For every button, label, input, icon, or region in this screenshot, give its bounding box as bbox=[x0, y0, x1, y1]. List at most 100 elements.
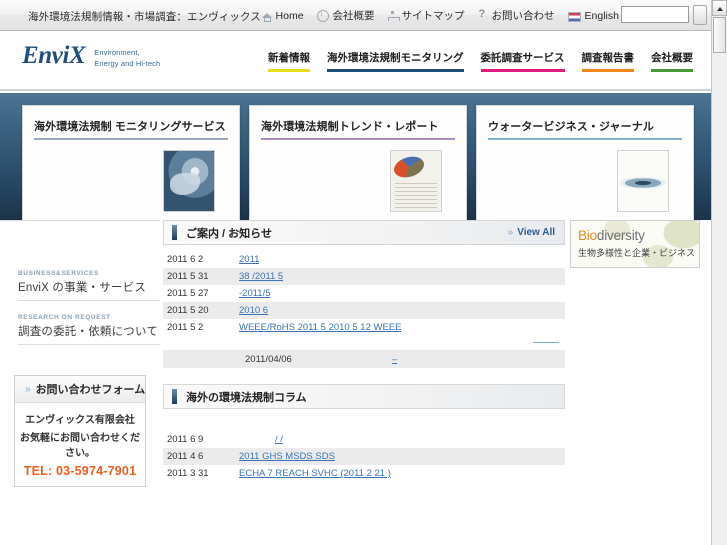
column-section-header: 海外の環境法規制コラム bbox=[163, 384, 565, 409]
table-row[interactable]: 2011/04/06 – bbox=[163, 350, 565, 368]
utility-nav-item-contact[interactable]: お問い合わせ bbox=[478, 8, 555, 23]
contact-details: エンヴィックス有限会社 お気軽にお問い合わせください。 TEL: 03-5974… bbox=[15, 403, 145, 486]
news-title-link[interactable]: / / bbox=[275, 434, 283, 445]
nav-item-monitoring[interactable]: 海外環境法規制モニタリング bbox=[327, 50, 464, 76]
nav-underline bbox=[480, 69, 565, 72]
biodiversity-banner[interactable]: Biodiversity 生物多様性と企業・ビジネス bbox=[570, 220, 700, 268]
hero-card-list: 海外環境法規制 モニタリングサービス 海外環境法規制トレンド・レポート ウォータ… bbox=[22, 105, 694, 229]
hero-card-water-journal[interactable]: ウォータービジネス・ジャーナル bbox=[476, 105, 694, 229]
nav-label: 会社概要 bbox=[651, 52, 693, 64]
home-icon bbox=[261, 11, 272, 22]
news-date: 2011 5 2 bbox=[167, 322, 204, 333]
table-row[interactable]: 2011 5 2 WEEE/RoHS 2011 5 2010 5 12 WEEE bbox=[163, 319, 565, 336]
utility-nav-label: English bbox=[584, 9, 619, 22]
info-icon bbox=[316, 9, 329, 22]
table-row[interactable]: 2011 3 31 ECHA 7 REACH SVHC (2011 2 21 ) bbox=[163, 465, 565, 482]
contact-form-box: » お問い合わせフォーム エンヴィックス有限会社 お気軽にお問い合わせください。… bbox=[14, 375, 146, 487]
contact-form-button[interactable]: » お問い合わせフォーム bbox=[15, 376, 145, 403]
globe-icon bbox=[163, 150, 215, 212]
scroll-up-button[interactable] bbox=[712, 0, 727, 16]
main-nav: 新着情報 海外環境法規制モニタリング 委託調査サービス 調査報告書 会社概要 bbox=[268, 50, 693, 76]
news-date: 2011 5 31 bbox=[167, 271, 209, 282]
nav-underline bbox=[268, 69, 310, 72]
news-title-link[interactable]: 38 /2011 5 bbox=[239, 271, 283, 282]
page-content: BUSINESS&SERVICES EnviX の事業・サービス RESEARC… bbox=[0, 220, 711, 545]
vertical-scrollbar[interactable] bbox=[711, 0, 727, 545]
sidebar-item-label: EnviX の事業・サービス bbox=[18, 282, 147, 294]
utility-nav-item-sitemap[interactable]: サイトマップ bbox=[387, 8, 465, 23]
chevron-right-icon: » bbox=[25, 383, 31, 395]
view-all-link[interactable]: » View All bbox=[508, 227, 555, 238]
sidebar-item-label: 調査の委託・依頼について bbox=[18, 326, 159, 338]
sidebar-item-rule bbox=[18, 344, 160, 345]
news-date: 2011 5 27 bbox=[167, 288, 209, 299]
nav-underline bbox=[651, 69, 693, 72]
hero-card-title: ウォータービジネス・ジャーナル bbox=[488, 121, 654, 133]
news-tail-link[interactable] bbox=[163, 336, 565, 347]
contact-form-label: お問い合わせフォーム bbox=[35, 384, 146, 396]
search-button[interactable] bbox=[693, 5, 707, 25]
news-date: 2011/04/06 bbox=[245, 353, 292, 365]
utility-nav-item-home[interactable]: Home bbox=[261, 9, 304, 22]
utility-nav-label: お問い合わせ bbox=[491, 10, 555, 22]
nav-item-research-service[interactable]: 委託調査サービス bbox=[480, 50, 565, 76]
news-date: 2011 6 2 bbox=[167, 254, 204, 265]
news-date: 2011 3 31 bbox=[167, 468, 209, 479]
sidebar-divider bbox=[0, 220, 160, 221]
table-row[interactable]: 2011 6 9 / / bbox=[163, 431, 565, 448]
hero-card-rule bbox=[34, 138, 228, 140]
hero-card-rule bbox=[488, 138, 682, 140]
nav-label: 調査報告書 bbox=[581, 52, 635, 64]
hero-card-monitoring[interactable]: 海外環境法規制 モニタリングサービス bbox=[22, 105, 240, 229]
sidebar-item-eyebrow: BUSINESS&SERVICES bbox=[18, 270, 99, 277]
nav-label: 新着情報 bbox=[268, 52, 310, 64]
nav-label: 海外環境法規制モニタリング bbox=[327, 52, 464, 64]
news-title-link[interactable]: WEEE/RoHS 2011 5 2010 5 12 WEEE bbox=[239, 322, 401, 333]
biodiversity-subtitle: 生物多様性と企業・ビジネス bbox=[578, 248, 696, 258]
logo-tagline-line1: Environment, bbox=[94, 48, 140, 57]
contact-note: お気軽にお問い合わせください。 bbox=[20, 433, 140, 459]
scrollbar-thumb[interactable] bbox=[713, 17, 726, 53]
news-title-link[interactable]: – bbox=[392, 354, 397, 365]
sidebar-item-research-on-request[interactable]: RESEARCH ON REQUEST 調査の委託・依頼について bbox=[18, 314, 160, 345]
utility-nav-item-company[interactable]: 会社概要 bbox=[316, 8, 375, 23]
utility-nav-label: Home bbox=[275, 9, 304, 22]
table-row[interactable]: 2011 6 2 2011 bbox=[163, 251, 565, 268]
question-icon bbox=[478, 8, 488, 21]
news-list: 2011 6 2 2011 2011 5 31 38 /2011 5 2011 … bbox=[163, 251, 565, 336]
utility-nav-item-english[interactable]: English bbox=[567, 9, 619, 22]
logo-tagline: Environment, Energy and Hi-tech bbox=[94, 43, 160, 70]
report-icon bbox=[390, 150, 442, 212]
hero-card-trend-report[interactable]: 海外環境法規制トレンド・レポート bbox=[249, 105, 467, 229]
water-icon bbox=[617, 150, 669, 212]
news-title-link[interactable]: ECHA 7 REACH SVHC (2011 2 21 ) bbox=[239, 468, 391, 479]
biodiversity-title-part2: diversity bbox=[596, 228, 645, 243]
logo-wordmark: EnviX bbox=[22, 42, 86, 69]
site-logo[interactable]: EnviX Environment, Energy and Hi-tech bbox=[22, 43, 160, 70]
page-root: 海外環境法規制情報・市場調査：エンヴィックス Home 会社概要 サイトマップ … bbox=[0, 0, 727, 545]
table-row[interactable]: 2011 5 20 2010 6 bbox=[163, 302, 565, 319]
news-title-link[interactable]: 2010 6 bbox=[239, 305, 268, 316]
flag-icon bbox=[567, 11, 581, 22]
column-list: 2011 6 9 / / 2011 4 6 2011 GHS MSDS SDS … bbox=[163, 431, 565, 482]
table-row[interactable]: 2011 5 27 -2011/5 bbox=[163, 285, 565, 302]
news-title-link[interactable]: -2011/5 bbox=[239, 288, 271, 299]
news-section-header: ご案内 / お知らせ » View All bbox=[163, 220, 565, 245]
hero-banner: 海外環境法規制 モニタリングサービス 海外環境法規制トレンド・レポート ウォータ… bbox=[0, 93, 711, 229]
news-title-link[interactable]: 2011 GHS MSDS SDS bbox=[239, 451, 335, 462]
hero-card-title: 海外環境法規制トレンド・レポート bbox=[261, 121, 439, 133]
table-row[interactable]: 2011 5 31 38 /2011 5 bbox=[163, 268, 565, 285]
view-all-label: View All bbox=[517, 227, 555, 238]
sidebar-item-business-services[interactable]: BUSINESS&SERVICES EnviX の事業・サービス bbox=[18, 270, 160, 301]
news-title-link[interactable]: 2011 bbox=[239, 254, 259, 265]
tail-rule bbox=[533, 341, 559, 343]
news-date: 2011 4 6 bbox=[167, 451, 204, 462]
table-row[interactable]: 2011 4 6 2011 GHS MSDS SDS bbox=[163, 448, 565, 465]
nav-item-reports[interactable]: 調査報告書 bbox=[581, 50, 635, 76]
utility-nav: Home 会社概要 サイトマップ お問い合わせ English bbox=[261, 8, 619, 23]
nav-item-news[interactable]: 新着情報 bbox=[268, 50, 310, 76]
section-accent-bar bbox=[172, 389, 177, 404]
nav-item-company[interactable]: 会社概要 bbox=[651, 50, 693, 76]
nav-label: 委託調査サービス bbox=[480, 52, 565, 64]
search-input[interactable] bbox=[621, 6, 689, 23]
